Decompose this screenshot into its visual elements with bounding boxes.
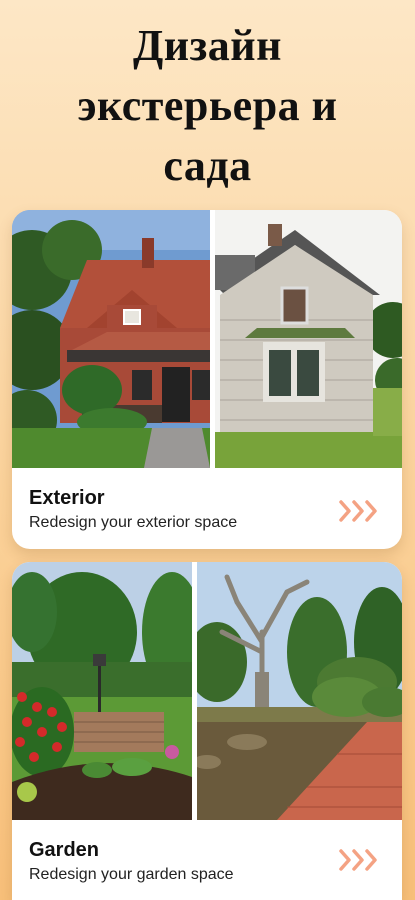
card-title: Garden	[29, 839, 100, 861]
exterior-card[interactable]: Exterior Redesign your exterior space	[12, 210, 402, 549]
triple-chevron-right-icon[interactable]	[338, 848, 380, 872]
title-line-1: Дизайн	[132, 21, 282, 70]
title-line-2: экстерьера и	[77, 81, 338, 130]
card-title: Exterior	[29, 487, 105, 509]
card-subtitle: Redesign your garden space	[29, 866, 234, 883]
exterior-photos	[12, 210, 402, 468]
triple-chevron-right-icon[interactable]	[338, 499, 380, 523]
garden-before-image	[197, 562, 402, 820]
garden-after-image	[12, 562, 192, 820]
card-subtitle: Redesign your exterior space	[29, 514, 238, 531]
title-line-3: сада	[163, 141, 252, 190]
exterior-after-image	[12, 210, 210, 468]
garden-photos	[12, 562, 402, 820]
page-title: Дизайн экстерьера и сада	[0, 16, 415, 196]
exterior-before-image	[215, 210, 402, 468]
garden-card[interactable]: Garden Redesign your garden space	[12, 562, 402, 900]
